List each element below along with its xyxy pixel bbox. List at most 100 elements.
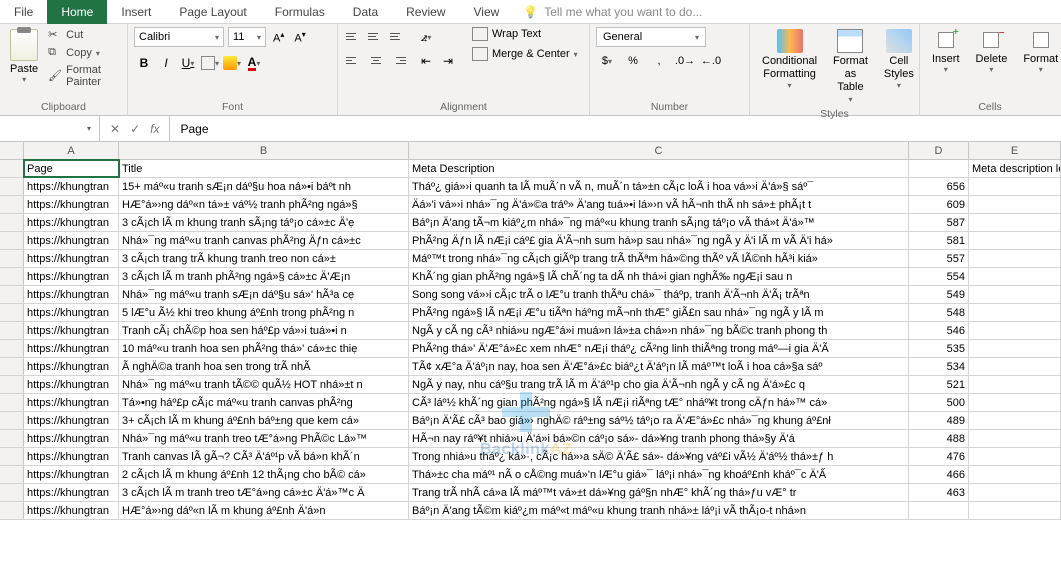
- cell[interactable]: [909, 502, 969, 519]
- cell[interactable]: 15+ máº«u tranh sÆ¡n dáº§u hoa ná»•i báº…: [119, 178, 409, 195]
- col-header-C[interactable]: C: [409, 142, 909, 159]
- cell[interactable]: https://khungtran: [24, 340, 119, 357]
- cell[interactable]: 546: [909, 322, 969, 339]
- cell[interactable]: [969, 466, 1061, 483]
- cell[interactable]: KhÃ´ng gian phÃ²ng ngá»§ lÃ chÃ´ng ta dÃ…: [409, 268, 909, 285]
- orientation-button[interactable]: ⦨▾: [416, 27, 436, 47]
- cut-button[interactable]: ✂Cut: [46, 27, 121, 43]
- cell[interactable]: [969, 268, 1061, 285]
- align-right-button[interactable]: [388, 51, 408, 69]
- cell[interactable]: https://khungtran: [24, 358, 119, 375]
- cancel-formula-icon[interactable]: ✕: [110, 122, 120, 136]
- cell[interactable]: Tranh canvas lÃ gÃ¬? CÃ³ Ä'áº¹p vÃ bá»n …: [119, 448, 409, 465]
- cell[interactable]: https://khungtran: [24, 214, 119, 231]
- cell[interactable]: [969, 304, 1061, 321]
- paste-button[interactable]: Paste ▾: [6, 27, 42, 86]
- row-header[interactable]: [0, 430, 24, 447]
- cell[interactable]: 534: [909, 358, 969, 375]
- cell[interactable]: Nhá»¯ng máº«u tranh sÆ¡n dáº§u sá»' hÃ³a…: [119, 286, 409, 303]
- cell[interactable]: Báº¡n Ä'ang tÃ¬m kiáº¿m nhá»¯ng máº«u kh…: [409, 214, 909, 231]
- cell[interactable]: Äá»'i vá»›i nhá»¯ng Ä'á»©a tráº» Ä'ang t…: [409, 196, 909, 213]
- cell[interactable]: TÃ¢ xÆ°a Ä'áº¡n nay, hoa sen Ä'Æ°á»£c bi…: [409, 358, 909, 375]
- cell[interactable]: 656: [909, 178, 969, 195]
- cell[interactable]: [969, 322, 1061, 339]
- align-center-button[interactable]: [366, 51, 386, 69]
- fill-color-button[interactable]: ▾: [222, 53, 242, 73]
- col-header-B[interactable]: B: [119, 142, 409, 159]
- cell[interactable]: 10 máº«u tranh hoa sen phÃ²ng thá»' cá»±…: [119, 340, 409, 357]
- cell-styles-button[interactable]: Cell Styles▾: [878, 27, 920, 93]
- cell[interactable]: PhÃ²ng thá»' Ä'Æ°á»£c xem nhÆ° nÆ¡i tháº…: [409, 340, 909, 357]
- conditional-formatting-button[interactable]: Conditional Formatting▾: [756, 27, 823, 93]
- font-size-select[interactable]: 11▾: [228, 27, 266, 47]
- row-header[interactable]: [0, 412, 24, 429]
- cell[interactable]: [969, 358, 1061, 375]
- cell[interactable]: Page: [24, 160, 119, 177]
- comma-button[interactable]: ,: [648, 51, 670, 71]
- cell[interactable]: 500: [909, 394, 969, 411]
- cell[interactable]: [969, 430, 1061, 447]
- cell[interactable]: HÃ¬n nay ráº¥t nhiá»u Ä'á»i bá»©n cáº¡o …: [409, 430, 909, 447]
- cell[interactable]: Máº™t trong nhá»¯ng cÃ¡ch giÃºp trang tr…: [409, 250, 909, 267]
- cell[interactable]: 3+ cÃ¡ch lÃ m khung áº£nh báº±ng que kem…: [119, 412, 409, 429]
- col-header-A[interactable]: A: [24, 142, 119, 159]
- cell[interactable]: https://khungtran: [24, 376, 119, 393]
- cell[interactable]: 548: [909, 304, 969, 321]
- accounting-format-button[interactable]: $▾: [596, 51, 618, 71]
- percent-button[interactable]: %: [622, 51, 644, 71]
- cell[interactable]: Tháº¿ giá»›i quanh ta lÃ muÃ´n vÃ n, muÃ…: [409, 178, 909, 195]
- cell[interactable]: [969, 232, 1061, 249]
- wrap-text-button[interactable]: Wrap Text: [472, 27, 578, 41]
- cell[interactable]: [969, 340, 1061, 357]
- cell[interactable]: https://khungtran: [24, 178, 119, 195]
- cell[interactable]: 587: [909, 214, 969, 231]
- cell[interactable]: Tranh cÃ¡ chÃ©p hoa sen háº£p vá»›i tuá»…: [119, 322, 409, 339]
- row-header[interactable]: [0, 448, 24, 465]
- cell[interactable]: HÆ°á»›ng dáº«n lÃ m khung áº£nh Ä'á»n: [119, 502, 409, 519]
- cell[interactable]: Báº¡n Ä'Ã£ cÃ³ bao giá»› nghÄ© ráº±ng sá…: [409, 412, 909, 429]
- cell[interactable]: https://khungtran: [24, 466, 119, 483]
- row-header[interactable]: [0, 304, 24, 321]
- enter-formula-icon[interactable]: ✓: [130, 122, 140, 136]
- cell[interactable]: [969, 502, 1061, 519]
- cell[interactable]: 489: [909, 412, 969, 429]
- increase-decimal-button[interactable]: .0→: [674, 51, 696, 71]
- cell[interactable]: [969, 214, 1061, 231]
- col-header-D[interactable]: D: [909, 142, 969, 159]
- align-top-button[interactable]: [344, 27, 364, 45]
- cell[interactable]: 609: [909, 196, 969, 213]
- decrease-decimal-button[interactable]: ←.0: [700, 51, 722, 71]
- cell[interactable]: [969, 376, 1061, 393]
- cell[interactable]: https://khungtran: [24, 412, 119, 429]
- row-header[interactable]: [0, 178, 24, 195]
- decrease-font-button[interactable]: A▾: [291, 28, 308, 47]
- row-header[interactable]: [0, 358, 24, 375]
- increase-indent-button[interactable]: ⇥: [438, 51, 458, 71]
- tab-review[interactable]: Review: [392, 0, 459, 24]
- cell[interactable]: 535: [909, 340, 969, 357]
- col-header-E[interactable]: E: [969, 142, 1061, 159]
- row-header[interactable]: [0, 250, 24, 267]
- cell[interactable]: 521: [909, 376, 969, 393]
- format-cells-button[interactable]: Format▾: [1017, 27, 1061, 76]
- cell[interactable]: 3 cÃ¡ch lÃ m khung tranh sÃ¡ng táº¡o cá»…: [119, 214, 409, 231]
- cell[interactable]: 476: [909, 448, 969, 465]
- tab-insert[interactable]: Insert: [107, 0, 165, 24]
- row-header[interactable]: [0, 466, 24, 483]
- row-header[interactable]: [0, 286, 24, 303]
- cell[interactable]: 554: [909, 268, 969, 285]
- cell[interactable]: [969, 394, 1061, 411]
- cell[interactable]: Nhá»¯ng máº«u tranh canvas phÃ²ng Äƒn cá…: [119, 232, 409, 249]
- row-header[interactable]: [0, 484, 24, 501]
- cell[interactable]: [909, 160, 969, 177]
- cell[interactable]: [969, 484, 1061, 501]
- cell[interactable]: https://khungtran: [24, 196, 119, 213]
- row-header[interactable]: [0, 340, 24, 357]
- cell[interactable]: 3 cÃ¡ch trang trÃ­ khung tranh treo non …: [119, 250, 409, 267]
- tell-me-search[interactable]: 💡 Tell me what you want to do...: [523, 5, 702, 19]
- cell[interactable]: 549: [909, 286, 969, 303]
- row-header[interactable]: [0, 376, 24, 393]
- cell[interactable]: 488: [909, 430, 969, 447]
- name-box[interactable]: ▾: [0, 116, 100, 141]
- cell[interactable]: NgÃ y nay, nhu cáº§u trang trÃ­ lÃ m Ä'á…: [409, 376, 909, 393]
